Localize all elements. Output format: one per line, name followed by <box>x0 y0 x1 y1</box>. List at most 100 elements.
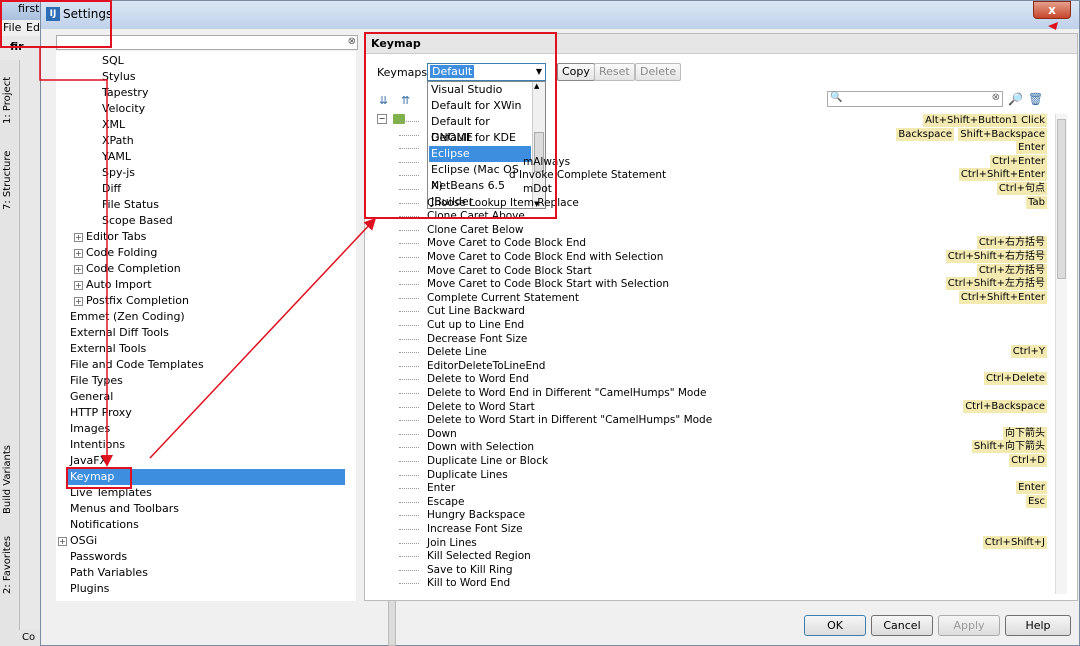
tree-item-osgi[interactable]: + OSGi <box>58 533 97 549</box>
action-row[interactable]: Kill Selected Region <box>427 549 531 563</box>
expand-icon[interactable]: + <box>74 264 83 274</box>
action-row[interactable]: Move Caret to Code Block Start <box>427 264 592 278</box>
tree-item-yaml[interactable]: YAML <box>102 149 131 165</box>
cancel-button[interactable]: Cancel <box>871 615 933 636</box>
settings-tree: SQL Stylus Tapestry Velocity XML XPath Y… <box>56 51 356 601</box>
expand-icon[interactable]: + <box>58 536 67 546</box>
tree-item-editor-tabs[interactable]: + Editor Tabs <box>74 229 146 245</box>
action-row[interactable]: Down with Selection <box>427 440 534 454</box>
tree-item-xpath[interactable]: XPath <box>102 133 134 149</box>
action-row[interactable]: Cut up to Line End <box>427 318 524 332</box>
annotation-box-keymap-item <box>66 467 132 489</box>
tree-item-diff[interactable]: Diff <box>102 181 121 197</box>
action-row[interactable]: Complete Current Statement <box>427 291 579 305</box>
tree-connector <box>399 229 419 231</box>
expand-icon[interactable]: + <box>74 280 83 290</box>
shortcut-badge: Ctrl+D <box>1009 454 1047 467</box>
action-row[interactable]: Hungry Backspace <box>427 508 525 522</box>
reset-button[interactable]: Reset <box>594 63 635 81</box>
tree-item-auto-import[interactable]: + Auto Import <box>74 277 152 293</box>
side-tab-structure[interactable]: 7: Structure <box>2 140 18 220</box>
tree-item-intentions[interactable]: Intentions <box>70 437 125 453</box>
tree-item-code-folding[interactable]: + Code Folding <box>74 245 157 261</box>
tree-connector <box>399 542 419 544</box>
tree-label: Postfix Completion <box>86 294 189 307</box>
tree-item-notifications[interactable]: Notifications <box>70 517 139 533</box>
tree-item-file-status[interactable]: File Status <box>102 197 159 213</box>
keymap-search-input[interactable]: 🔍 ⊗ <box>827 91 1003 107</box>
shortcut-badge: Enter <box>1016 481 1047 495</box>
actions-scrollbar[interactable] <box>1055 114 1067 594</box>
close-button[interactable]: x <box>1033 1 1071 19</box>
action-row[interactable]: Clone Caret Below <box>427 223 523 237</box>
shortcut-badge: Ctrl+Shift+J <box>982 535 1047 549</box>
clear-search-icon[interactable]: ⊗ <box>348 36 356 47</box>
tree-item-tapestry[interactable]: Tapestry <box>102 85 148 101</box>
tree-item-velocity[interactable]: Velocity <box>102 101 145 117</box>
find-shortcut-icon[interactable]: 🔎 <box>1008 92 1023 106</box>
help-button[interactable]: Help <box>1005 615 1071 636</box>
tree-item-path-variables[interactable]: Path Variables <box>70 565 148 581</box>
action-row[interactable]: Delete Line <box>427 345 487 359</box>
action-row[interactable]: Save to Kill Ring <box>427 563 513 577</box>
tree-item-postfix-completion[interactable]: + Postfix Completion <box>74 293 189 309</box>
action-row[interactable]: Delete to Word Start <box>427 400 535 414</box>
action-row[interactable]: Duplicate Lines <box>427 468 508 482</box>
shortcut-badge: Tab <box>1026 195 1047 209</box>
tree-item-file-code-templates[interactable]: File and Code Templates <box>70 357 204 373</box>
copy-button[interactable]: Copy <box>557 63 595 81</box>
tree-item-external-tools[interactable]: External Tools <box>70 341 146 357</box>
tree-item-file-types[interactable]: File Types <box>70 373 123 389</box>
scrollbar-thumb[interactable] <box>1057 119 1066 279</box>
action-row[interactable]: Duplicate Line or Block <box>427 454 548 468</box>
action-row[interactable]: Move Caret to Code Block Start with Sele… <box>427 277 669 291</box>
action-row[interactable]: Down <box>427 427 457 441</box>
action-row[interactable]: Cut Line Backward <box>427 304 525 318</box>
tree-item-code-completion[interactable]: + Code Completion <box>74 261 181 277</box>
tree-connector <box>399 488 419 490</box>
action-row[interactable]: Join Lines <box>427 536 477 550</box>
action-row[interactable]: EditorDeleteToLineEnd <box>427 359 545 373</box>
shortcut-badge: Ctrl+Delete <box>983 372 1047 386</box>
side-tab-favorites[interactable]: 2: Favorites <box>2 530 18 600</box>
tree-item-images[interactable]: Images <box>70 421 110 437</box>
tree-connector <box>399 338 419 340</box>
tree-item-passwords[interactable]: Passwords <box>70 549 127 565</box>
tree-item-external-diff-tools[interactable]: External Diff Tools <box>70 325 169 341</box>
action-row[interactable]: Decrease Font Size <box>427 332 527 346</box>
ide-status-strip: Co <box>0 630 44 646</box>
tree-connector <box>399 257 419 258</box>
tree-connector <box>399 243 419 245</box>
expand-icon[interactable]: + <box>74 296 83 306</box>
expand-icon[interactable]: + <box>74 232 83 242</box>
action-row[interactable]: Delete to Word Start in Different "Camel… <box>427 413 712 427</box>
action-row[interactable]: Move Caret to Code Block End with Select… <box>427 250 663 264</box>
tree-item-sql[interactable]: SQL <box>102 53 124 69</box>
action-row[interactable]: Delete to Word End in Different "CamelHu… <box>427 386 707 400</box>
action-row[interactable]: Escape <box>427 495 464 509</box>
action-row[interactable]: Increase Font Size <box>427 522 523 536</box>
action-row[interactable]: Move Caret to Code Block End <box>427 236 586 250</box>
expand-icon[interactable]: + <box>74 248 83 258</box>
tree-item-emmet[interactable]: Emmet (Zen Coding) <box>70 309 185 325</box>
tree-item-spy-js[interactable]: Spy-js <box>102 165 135 181</box>
side-tab-build-variants[interactable]: Build Variants <box>2 440 18 520</box>
trash-icon[interactable]: 🗑 <box>1028 92 1043 106</box>
delete-button[interactable]: Delete <box>635 63 682 81</box>
side-tab-project[interactable]: 1: Project <box>2 65 18 135</box>
action-row[interactable]: Delete to Word End <box>427 372 529 386</box>
shortcut-badge: Shift+Backspace <box>958 127 1047 141</box>
apply-button[interactable]: Apply <box>938 615 1000 636</box>
shortcut-badge: Ctrl+Shift+右方括号 <box>945 250 1047 263</box>
tree-item-xml[interactable]: XML <box>102 117 125 133</box>
clear-search-icon[interactable]: ⊗ <box>992 92 1000 103</box>
tree-item-general[interactable]: General <box>70 389 113 405</box>
tree-item-stylus[interactable]: Stylus <box>102 69 136 85</box>
tree-item-plugins[interactable]: Plugins <box>70 581 109 597</box>
tree-item-http-proxy[interactable]: HTTP Proxy <box>70 405 132 421</box>
action-row[interactable]: Kill to Word End <box>427 576 510 590</box>
tree-item-menus-toolbars[interactable]: Menus and Toolbars <box>70 501 179 517</box>
action-row[interactable]: Enter <box>427 481 455 495</box>
ok-button[interactable]: OK <box>804 615 866 636</box>
tree-item-scope-based[interactable]: Scope Based <box>102 213 173 229</box>
